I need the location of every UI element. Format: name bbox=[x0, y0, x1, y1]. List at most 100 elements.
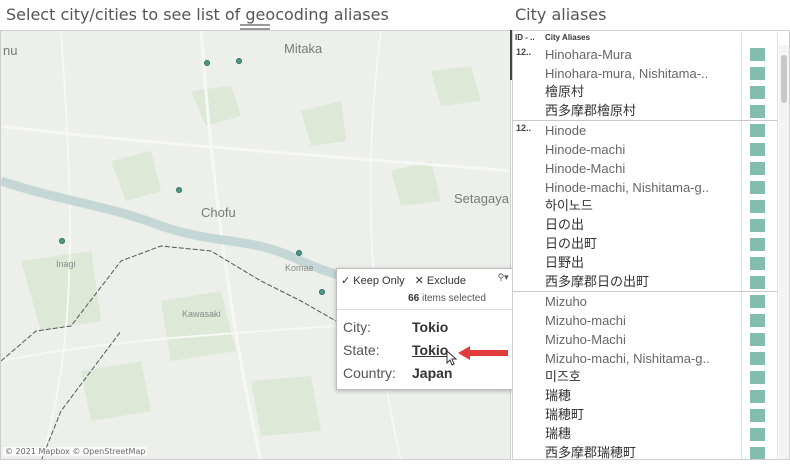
city-marker[interactable] bbox=[176, 187, 182, 193]
color-swatch[interactable] bbox=[750, 390, 765, 403]
map-label-chofu: Chofu bbox=[201, 205, 236, 220]
alias-name: Hinode-machi, Nishitama-g.. bbox=[545, 180, 710, 195]
exclude-button[interactable]: ✕ Exclude bbox=[415, 274, 466, 287]
alias-row[interactable]: 瑞穗 bbox=[513, 425, 777, 444]
color-swatch[interactable] bbox=[750, 409, 765, 422]
alias-name: Hinohara-mura, Nishitama-.. bbox=[545, 66, 709, 81]
alias-row[interactable]: 12.. Hinode bbox=[513, 121, 777, 140]
color-swatch[interactable] bbox=[750, 447, 765, 459]
country-value: Japan bbox=[412, 365, 453, 381]
park-area bbox=[161, 291, 236, 361]
road bbox=[1, 124, 510, 173]
alias-row[interactable]: 日野出 bbox=[513, 254, 777, 273]
map-attribution[interactable]: © 2021 Mapbox © OpenStreetMap bbox=[3, 447, 148, 456]
alias-row[interactable]: Mizuho bbox=[513, 292, 777, 311]
alias-name: Mizuho-machi bbox=[545, 313, 626, 328]
alias-row[interactable]: 미즈호 bbox=[513, 368, 777, 387]
city-label: City: bbox=[343, 319, 371, 335]
color-swatch[interactable] bbox=[750, 257, 765, 270]
alias-row[interactable]: 日の出 bbox=[513, 216, 777, 235]
color-swatch[interactable] bbox=[750, 162, 765, 175]
map-label-setagaya: Setagaya bbox=[454, 191, 509, 206]
color-swatch[interactable] bbox=[750, 276, 765, 289]
alias-row[interactable]: Hinode-machi bbox=[513, 140, 777, 159]
map-label-komae: Komae bbox=[285, 263, 314, 273]
alias-name: 日の出町 bbox=[545, 237, 598, 252]
road bbox=[369, 31, 402, 459]
alias-name: 日の出 bbox=[545, 218, 585, 233]
alias-name: Hinode-Machi bbox=[545, 161, 626, 176]
selected-count: 66 bbox=[408, 293, 420, 304]
scrollbar-thumb[interactable] bbox=[781, 55, 787, 103]
column-divider bbox=[777, 31, 778, 459]
alias-row[interactable]: 瑞穂町 bbox=[513, 406, 777, 425]
alias-row[interactable]: Mizuho-Machi bbox=[513, 330, 777, 349]
aliases-scrollbar[interactable] bbox=[779, 45, 789, 459]
alias-row[interactable]: Hinode-machi, Nishitama-g.. bbox=[513, 178, 777, 197]
alias-row[interactable]: Mizuho-machi, Nishitama-g.. bbox=[513, 349, 777, 368]
color-swatch[interactable] bbox=[750, 295, 765, 308]
color-swatch[interactable] bbox=[750, 143, 765, 156]
color-swatch[interactable] bbox=[750, 352, 765, 365]
alias-name: 日野出 bbox=[545, 256, 585, 271]
tooltip-city-row: City: Tokio bbox=[343, 319, 448, 335]
alias-name: 미즈호 bbox=[545, 370, 581, 385]
park-area bbox=[81, 361, 151, 421]
state-label: State: bbox=[343, 342, 380, 358]
keep-only-button[interactable]: ✓ Keep Only bbox=[341, 274, 405, 287]
aliases-header: ID - .. City Aliases bbox=[513, 31, 789, 45]
group-id: 12.. bbox=[516, 47, 532, 57]
alias-name: 檜原村 bbox=[545, 85, 585, 100]
country-label: Country: bbox=[343, 365, 396, 381]
alias-row[interactable]: Mizuho-machi bbox=[513, 311, 777, 330]
alias-name: Hinohara-Mura bbox=[545, 47, 632, 62]
park-area bbox=[191, 86, 241, 126]
alias-row[interactable]: 하이노드 bbox=[513, 197, 777, 216]
map-label-mitaka: Mitaka bbox=[284, 41, 323, 56]
alias-row[interactable]: 西多摩郡日の出町 bbox=[513, 273, 777, 292]
alias-row[interactable]: 瑞穂 bbox=[513, 387, 777, 406]
alias-name: 西多摩郡瑞穂町 bbox=[545, 446, 637, 460]
alias-name: 西多摩郡檜原村 bbox=[545, 104, 637, 119]
city-marker[interactable] bbox=[59, 238, 65, 244]
alias-row[interactable]: 西多摩郡檜原村 bbox=[513, 102, 777, 121]
color-swatch[interactable] bbox=[750, 48, 765, 61]
color-swatch[interactable] bbox=[750, 219, 765, 232]
alias-name: 瑞穂 bbox=[545, 389, 572, 404]
city-marker[interactable] bbox=[296, 250, 302, 256]
color-swatch[interactable] bbox=[750, 333, 765, 346]
park-area bbox=[391, 161, 441, 206]
color-swatch[interactable] bbox=[750, 124, 765, 137]
color-swatch[interactable] bbox=[750, 428, 765, 441]
aliases-title: City aliases bbox=[515, 5, 607, 24]
color-swatch[interactable] bbox=[750, 314, 765, 327]
state-value-link[interactable]: Tokio bbox=[412, 342, 448, 358]
aliases-list[interactable]: ID - .. City Aliases 12.. Hinohara-Mura Hi… bbox=[512, 30, 790, 460]
park-area bbox=[251, 376, 321, 436]
id-column-header[interactable]: ID - .. bbox=[515, 33, 535, 42]
color-swatch[interactable] bbox=[750, 238, 765, 251]
selected-suffix: items selected bbox=[421, 293, 486, 304]
city-marker[interactable] bbox=[204, 60, 210, 66]
color-swatch[interactable] bbox=[750, 181, 765, 194]
color-swatch[interactable] bbox=[750, 371, 765, 384]
color-swatch[interactable] bbox=[750, 200, 765, 213]
city-marker[interactable] bbox=[319, 289, 325, 295]
alias-name: 西多摩郡日の出町 bbox=[545, 275, 650, 290]
alias-row[interactable]: Hinode-Machi bbox=[513, 159, 777, 178]
alias-row[interactable]: 檜原村 bbox=[513, 83, 777, 102]
color-swatch[interactable] bbox=[750, 67, 765, 80]
alias-name: 瑞穗 bbox=[545, 427, 572, 442]
alias-row[interactable]: 12.. Hinohara-Mura bbox=[513, 45, 777, 64]
alias-row[interactable]: 日の出町 bbox=[513, 235, 777, 254]
map-view[interactable]: nu Mitaka Chofu Setagaya Inagi Komae Kaw… bbox=[0, 30, 511, 460]
alias-column-header[interactable]: City Aliases bbox=[545, 33, 590, 42]
alias-row[interactable]: Hinohara-mura, Nishitama-.. bbox=[513, 64, 777, 83]
alias-name: Mizuho-Machi bbox=[545, 332, 626, 347]
color-swatch[interactable] bbox=[750, 86, 765, 99]
alias-name: Hinode bbox=[545, 123, 587, 138]
group-members-icon[interactable]: ⚲▾ bbox=[498, 273, 509, 283]
alias-row[interactable]: 西多摩郡瑞穂町 bbox=[513, 444, 777, 460]
city-marker[interactable] bbox=[236, 58, 242, 64]
color-swatch[interactable] bbox=[750, 105, 765, 118]
